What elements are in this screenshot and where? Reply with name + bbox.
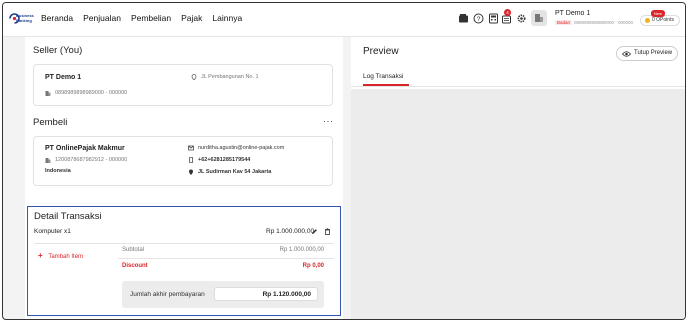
discount-value: Rp 0,00 [302, 263, 324, 269]
preview-title: Preview [363, 46, 399, 57]
item-price: Rp 1.000.000,00 [266, 228, 315, 235]
points-label: 0 OPoints [652, 17, 674, 23]
notification-badge: 4 [504, 9, 511, 16]
company-role-badge: Badan [555, 20, 573, 25]
svg-text:?: ? [477, 16, 481, 23]
transaction-detail-section: Detail Transaksi Komputer x1 Rp 1.000.00… [27, 206, 341, 316]
nav-item-penjualan[interactable]: Penjualan [83, 13, 121, 23]
points-new-badge: New [651, 10, 666, 17]
gear-icon[interactable] [516, 13, 527, 24]
invoice-form-panel: Seller (You) PT Demo 1 0898989898989000 … [25, 37, 343, 319]
buyer-phone: +62+6281285179544 [198, 157, 251, 163]
top-navbar: Business Banking Beranda Penjualan Pembe… [3, 3, 685, 37]
buyer-menu-button[interactable]: ··· [323, 116, 334, 126]
divider [34, 243, 334, 244]
active-tab-indicator [363, 84, 409, 86]
nav-item-pembelian[interactable]: Pembelian [131, 13, 171, 23]
email-icon [188, 145, 194, 151]
location-pin-icon [191, 74, 197, 80]
eye-icon [622, 51, 631, 57]
building-icon [45, 158, 51, 163]
nav-item-beranda[interactable]: Beranda [41, 13, 73, 23]
close-preview-button[interactable]: Tutup Preview [616, 46, 678, 61]
nav-item-lainnya[interactable]: Lainnya [212, 13, 242, 23]
detail-section-title: Detail Transaksi [34, 211, 102, 222]
divider [118, 258, 334, 259]
tab-divider [351, 86, 685, 87]
buyer-country: Indonesia [45, 168, 71, 174]
pencil-icon[interactable] [311, 228, 318, 235]
building-icon [535, 14, 543, 22]
buyer-section-title: Pembeli [33, 117, 68, 128]
coin-icon [645, 18, 650, 23]
location-pin-icon [189, 169, 193, 175]
item-name: Komputer x1 [34, 228, 71, 235]
buyer-email: nurditha.agustin@online-pajak.com [198, 145, 285, 151]
seller-name: PT Demo 1 [45, 74, 82, 81]
add-item-label: Tambah Item [48, 254, 84, 260]
buyer-address: JL Sudirman Kav 54 Jakarta [198, 169, 272, 175]
buyer-name: PT OnlinePajak Makmur [45, 145, 125, 152]
brand-logo-text: Business Banking [16, 13, 34, 23]
preview-content-area [351, 89, 685, 319]
add-item-button[interactable]: + Tambah Item [38, 251, 83, 260]
trash-icon[interactable] [324, 228, 331, 235]
company-name[interactable]: PT Demo 1 [555, 10, 590, 17]
seller-card: PT Demo 1 0898989898989000 - 000000 JL P… [33, 64, 333, 106]
discount-label: Discount [122, 263, 148, 269]
total-payment-field: Rp 1.120.000,00 [214, 287, 318, 301]
seller-section-title: Seller (You) [33, 45, 83, 56]
seller-address: JL Pembangunan No. 1 [201, 74, 259, 80]
close-preview-label: Tutup Preview [634, 50, 673, 56]
nav-item-pajak[interactable]: Pajak [181, 13, 202, 23]
main-nav: Beranda Penjualan Pembelian Pajak Lainny… [41, 13, 242, 23]
subtotal-value: Rp 1.000.000,00 [279, 247, 324, 253]
calculator-icon[interactable] [488, 13, 499, 24]
total-payment-value: Rp 1.120.000,00 [262, 291, 311, 298]
buyer-card: PT OnlinePajak Makmur 120087868798291­2 … [33, 136, 333, 186]
seller-npwp: 0898989898989000 - 000000 [55, 90, 128, 96]
phone-icon [189, 157, 193, 163]
app-window: Business Banking Beranda Penjualan Pembe… [2, 2, 686, 320]
plus-icon: + [38, 251, 43, 260]
total-payment-box: Jumlah akhir pembayaran Rp 1.120.000,00 [122, 281, 324, 308]
buyer-npwp: 120087868798291­2 - 000000 [55, 157, 128, 163]
company-npwp: 0898989898989000 - 000000 [574, 20, 634, 25]
company-avatar[interactable] [531, 10, 547, 26]
subtotal-label: Subtotal [122, 247, 145, 253]
tab-log-transaksi[interactable]: Log Transaksi [363, 73, 403, 80]
building-icon [45, 91, 51, 96]
help-icon[interactable]: ? [473, 13, 484, 24]
total-payment-label: Jumlah akhir pembayaran [130, 291, 205, 298]
preview-panel: Preview Tutup Preview Log Transaksi [351, 37, 685, 319]
wallet-icon[interactable] [458, 13, 469, 24]
